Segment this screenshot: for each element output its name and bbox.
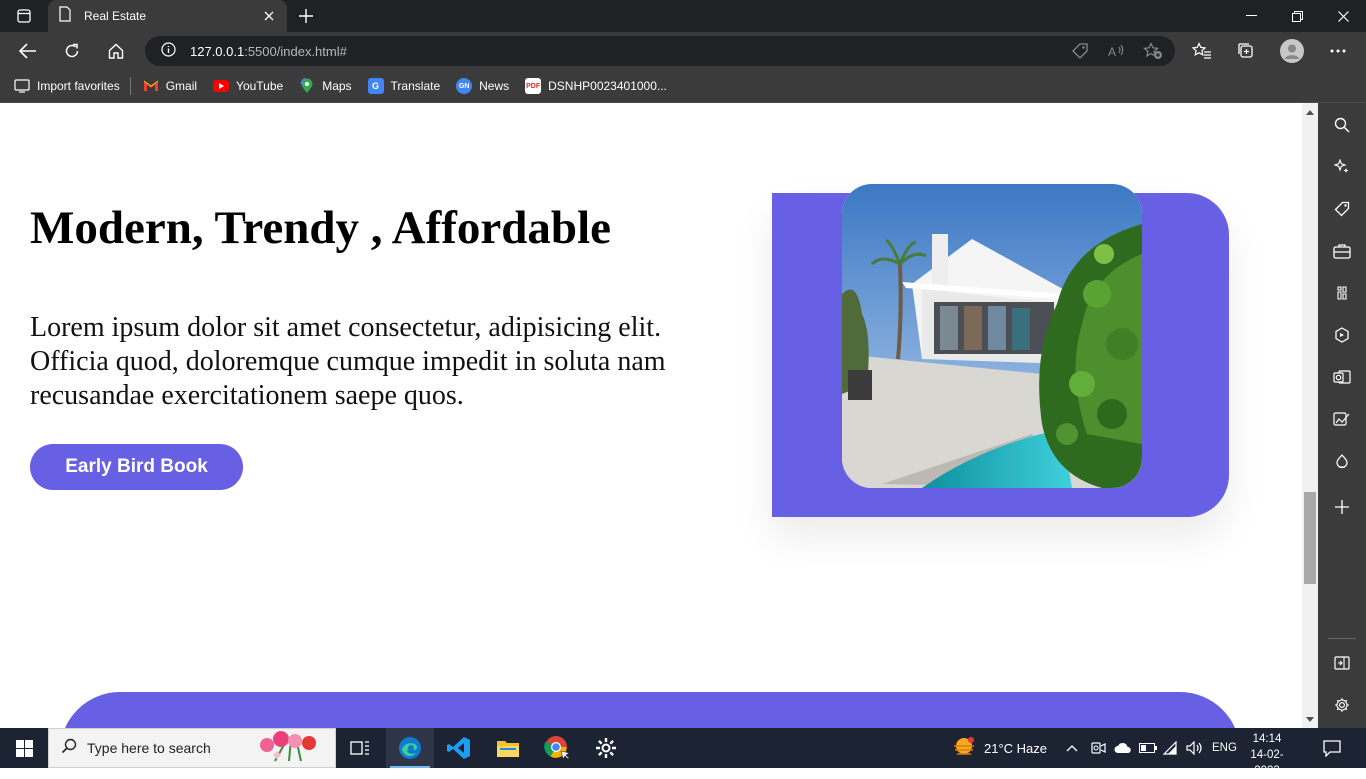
- read-aloud-icon[interactable]: A: [1107, 42, 1125, 64]
- early-bird-book-button[interactable]: Early Bird Book: [30, 444, 243, 490]
- taskbar-clock[interactable]: 14:14 14-02-2023: [1240, 731, 1294, 779]
- navigation-bar: 127.0.0.1:5500/index.html# A: [0, 32, 1366, 70]
- add-favorite-icon[interactable]: [1142, 42, 1163, 64]
- bottom-section-band: [60, 692, 1240, 728]
- favorite-youtube[interactable]: YouTube: [213, 79, 283, 93]
- clock-date: 14-02-2023: [1250, 749, 1284, 777]
- import-icon: [14, 78, 30, 94]
- scroll-up-icon[interactable]: [1302, 105, 1318, 119]
- clock-time: 14:14: [1252, 733, 1282, 745]
- more-menu-icon[interactable]: [1323, 37, 1353, 65]
- maps-icon: [299, 78, 315, 94]
- close-tab-icon[interactable]: [261, 8, 277, 24]
- address-bar[interactable]: 127.0.0.1:5500/index.html# A: [145, 36, 1175, 66]
- discover-sparkle-icon[interactable]: [1330, 155, 1354, 179]
- shopping-tag-icon[interactable]: [1330, 197, 1354, 221]
- info-icon[interactable]: [161, 41, 176, 61]
- language-indicator[interactable]: ENG: [1212, 728, 1237, 768]
- page-icon: [58, 6, 72, 26]
- favorite-translate[interactable]: G Translate: [367, 78, 440, 94]
- valentine-flowers-icon: [255, 729, 321, 767]
- battery-icon[interactable]: [1139, 728, 1157, 768]
- page-viewport: Modern, Trendy , Affordable Lorem ipsum …: [0, 103, 1302, 728]
- tab-title: Real Estate: [84, 9, 147, 23]
- minimize-icon[interactable]: [1228, 0, 1274, 32]
- favorites-bar: Import favorites Gmail YouTube Maps G Tr…: [0, 70, 1366, 103]
- house-photo: [842, 184, 1142, 488]
- news-icon: GN: [456, 78, 473, 94]
- url-text: 127.0.0.1:5500/index.html#: [190, 43, 347, 59]
- taskbar-search-box[interactable]: Type here to search: [48, 728, 336, 768]
- restore-icon[interactable]: [1274, 0, 1320, 32]
- search-icon[interactable]: [1330, 113, 1354, 137]
- title-bar: Real Estate: [0, 0, 1366, 32]
- youtube-icon: [213, 80, 230, 92]
- favorite-gmail[interactable]: Gmail: [143, 78, 197, 94]
- games-icon[interactable]: [1330, 281, 1354, 305]
- weather-widget[interactable]: 21°C Haze: [952, 728, 1047, 768]
- show-hidden-icons-icon[interactable]: [1066, 728, 1078, 768]
- add-sidebar-app-icon[interactable]: [1330, 495, 1354, 519]
- home-icon[interactable]: [101, 37, 131, 65]
- favorites-icon[interactable]: [1187, 37, 1217, 65]
- microsoft-365-icon[interactable]: [1330, 323, 1354, 347]
- drop-cloud-icon[interactable]: [1330, 449, 1354, 473]
- close-window-icon[interactable]: [1320, 0, 1366, 32]
- vscode-taskbar-icon[interactable]: [435, 728, 483, 768]
- page-scrollbar[interactable]: [1302, 103, 1318, 728]
- scrollbar-thumb[interactable]: [1304, 492, 1316, 584]
- outlook-icon[interactable]: [1330, 365, 1354, 389]
- search-placeholder: Type here to search: [87, 740, 211, 756]
- notifications-icon[interactable]: [1322, 728, 1342, 768]
- tab-actions-icon[interactable]: [8, 4, 40, 28]
- scroll-down-icon[interactable]: [1302, 712, 1318, 726]
- windows-start-icon[interactable]: [0, 728, 48, 768]
- favorite-import[interactable]: Import favorites: [14, 78, 120, 94]
- sidebar-separator: [1328, 638, 1356, 639]
- back-icon[interactable]: [13, 37, 43, 65]
- tools-briefcase-icon[interactable]: [1330, 239, 1354, 263]
- collections-icon[interactable]: [1231, 37, 1261, 65]
- volume-icon[interactable]: [1186, 728, 1204, 768]
- windows-taskbar: Type here to search 21°C Haze ENG 14:14 …: [0, 728, 1366, 777]
- settings-taskbar-icon[interactable]: [582, 728, 630, 768]
- meet-now-icon[interactable]: [1090, 728, 1106, 768]
- favorite-maps[interactable]: Maps: [299, 78, 352, 94]
- hero-description: Lorem ipsum dolor sit amet consectetur, …: [30, 312, 666, 411]
- hero-title: Modern, Trendy , Affordable: [30, 202, 611, 254]
- favorite-news[interactable]: GN News: [456, 78, 509, 94]
- wifi-icon[interactable]: [1163, 728, 1181, 768]
- hide-sidebar-icon[interactable]: [1330, 651, 1354, 675]
- svg-text:A: A: [1108, 45, 1116, 59]
- search-icon: [61, 738, 77, 758]
- weather-sun-icon: [952, 736, 976, 761]
- new-tab-icon[interactable]: [294, 4, 318, 28]
- settings-gear-icon[interactable]: [1330, 693, 1354, 717]
- favorite-pdf[interactable]: PDF DSNHP0023401000...: [525, 78, 667, 94]
- refresh-icon[interactable]: [57, 37, 87, 65]
- chrome-taskbar-icon[interactable]: [533, 728, 581, 768]
- favorites-separator: [129, 77, 131, 95]
- image-editor-icon[interactable]: [1330, 407, 1354, 431]
- translate-icon: G: [367, 78, 384, 94]
- edge-sidebar: [1318, 103, 1366, 728]
- task-view-icon[interactable]: [336, 728, 384, 768]
- onedrive-cloud-icon[interactable]: [1114, 728, 1132, 768]
- profile-avatar-icon[interactable]: [1277, 37, 1307, 65]
- pdf-icon: PDF: [525, 78, 542, 94]
- file-explorer-icon[interactable]: [484, 728, 532, 768]
- tab-real-estate[interactable]: Real Estate: [48, 0, 287, 32]
- gmail-icon: [143, 78, 159, 94]
- edge-taskbar-icon[interactable]: [386, 728, 434, 768]
- coupon-tag-icon[interactable]: [1071, 42, 1089, 64]
